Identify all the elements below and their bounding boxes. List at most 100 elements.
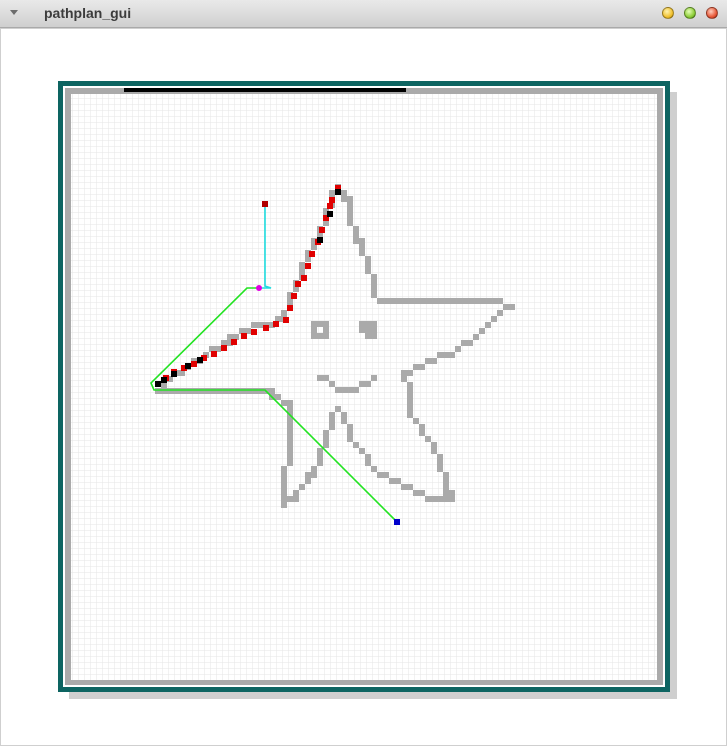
obstacle-cell (365, 327, 371, 333)
obstacle-cell (455, 346, 461, 352)
path-cell (197, 357, 203, 363)
obstacle-cell (341, 196, 347, 202)
explored-cell (191, 361, 197, 367)
obstacle-cell (401, 484, 407, 490)
obstacle-cell (497, 310, 503, 316)
obstacle-cell (407, 388, 413, 394)
obstacle-cell (293, 490, 299, 496)
obstacle-cell (407, 400, 413, 406)
obstacle-cell (341, 190, 347, 196)
obstacle-cell (341, 418, 347, 424)
obstacle-cell (155, 388, 161, 394)
start-marker[interactable] (394, 519, 400, 525)
obstacle-cell (353, 232, 359, 238)
obstacle-cell (287, 424, 293, 430)
explored-cell (301, 275, 307, 281)
obstacle-cell (251, 322, 257, 328)
maximize-icon[interactable] (684, 7, 696, 19)
obstacle-cell (275, 394, 281, 400)
obstacle-cell (389, 478, 395, 484)
obstacle-cell (365, 321, 371, 327)
goal-marker[interactable] (262, 201, 268, 207)
obstacle-cell (281, 310, 287, 316)
obstacle-cell (341, 387, 347, 393)
obstacle-cell (311, 472, 317, 478)
obstacle-cell (413, 298, 419, 304)
map-canvas-area[interactable] (0, 28, 727, 746)
obstacle-cell (329, 190, 335, 196)
obstacle-cell (323, 327, 329, 333)
explored-cell (241, 333, 247, 339)
explored-cell (291, 293, 297, 299)
obstacle-cell (419, 430, 425, 436)
obstacle-cell (353, 226, 359, 232)
obstacle-cell (365, 460, 371, 466)
obstacle-cell (287, 436, 293, 442)
obstacle-cell (371, 292, 377, 298)
obstacle-cell (365, 262, 371, 268)
obstacle-cell (491, 316, 497, 322)
explored-cell (251, 329, 257, 335)
occupancy-grid-map[interactable] (1, 29, 726, 745)
obstacle-cell (401, 298, 407, 304)
obstacle-cell (281, 478, 287, 484)
obstacle-cell (233, 388, 239, 394)
obstacle-cell (371, 333, 377, 339)
obstacle-cell (317, 454, 323, 460)
obstacle-cell (227, 388, 233, 394)
obstacle-cell (425, 496, 431, 502)
obstacle-cell (359, 250, 365, 256)
obstacle-cell (443, 490, 449, 496)
obstacle-cell (257, 388, 263, 394)
obstacle-cell (287, 406, 293, 412)
path-cell (335, 189, 341, 195)
obstacle-cell (299, 484, 305, 490)
obstacle-cell (317, 460, 323, 466)
obstacle-cell (443, 478, 449, 484)
obstacle-cell (341, 412, 347, 418)
obstacle-cell (461, 340, 467, 346)
obstacle-cell (365, 333, 371, 339)
obstacle-cell (389, 298, 395, 304)
explored-cell (273, 321, 279, 327)
obstacle-cell (407, 298, 413, 304)
progress-bar (124, 88, 406, 92)
path-cell (327, 211, 333, 217)
obstacle-cell (167, 388, 173, 394)
explored-cell (221, 345, 227, 351)
obstacle-cell (437, 352, 443, 358)
obstacle-cell (347, 387, 353, 393)
obstacle-cell (383, 298, 389, 304)
obstacle-cell (347, 208, 353, 214)
obstacle-cell (443, 472, 449, 478)
title-bar[interactable]: pathplan_gui (0, 0, 727, 28)
obstacle-cell (347, 430, 353, 436)
chevron-down-icon[interactable] (10, 10, 18, 15)
obstacle-cell (425, 436, 431, 442)
obstacle-cell (359, 327, 365, 333)
obstacle-cell (365, 268, 371, 274)
obstacle-cell (371, 274, 377, 280)
obstacle-cell (425, 298, 431, 304)
obstacle-cell (299, 268, 305, 274)
obstacle-cell (467, 298, 473, 304)
obstacle-cell (323, 442, 329, 448)
obstacle-cell (443, 496, 449, 502)
obstacle-cell (401, 370, 407, 376)
obstacle-cell (437, 460, 443, 466)
close-icon[interactable] (706, 7, 718, 19)
obstacle-cell (437, 454, 443, 460)
path-cell (171, 371, 177, 377)
obstacle-cell (281, 484, 287, 490)
obstacle-cell (347, 220, 353, 226)
obstacle-cell (215, 388, 221, 394)
obstacle-cell (377, 298, 383, 304)
obstacle-cell (437, 466, 443, 472)
obstacle-cell (329, 418, 335, 424)
obstacle-cell (377, 472, 383, 478)
obstacle-cell (449, 298, 455, 304)
obstacle-cell (443, 298, 449, 304)
minimize-icon[interactable] (662, 7, 674, 19)
obstacle-cell (365, 256, 371, 262)
obstacle-cell (467, 340, 473, 346)
